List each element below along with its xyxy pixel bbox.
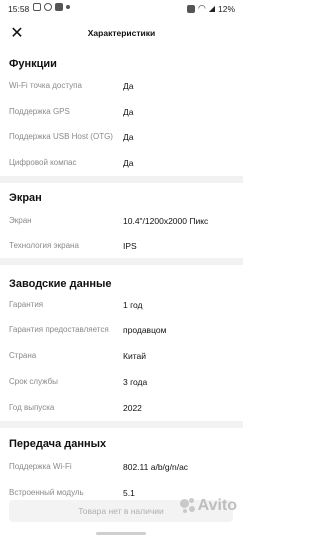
section-divider: [0, 176, 243, 183]
avito-watermark: Avito: [179, 497, 237, 515]
section-title-screen: Экран: [9, 192, 42, 204]
spec-value: IPS: [123, 241, 137, 251]
home-indicator[interactable]: [96, 532, 146, 535]
signal-icon: ◢: [208, 4, 215, 13]
spec-value: 5.1: [123, 488, 135, 498]
spec-value: продавцом: [123, 325, 167, 335]
wifi-icon: ◠: [197, 3, 206, 13]
spec-value: Да: [123, 132, 134, 142]
section-divider: [0, 421, 243, 428]
spec-label: Встроенный модуль: [9, 488, 84, 497]
status-right-icons: ◠ ◢ 12%: [186, 3, 235, 14]
app-icon: [55, 3, 63, 11]
dot-icon: [66, 5, 70, 9]
photo-icon: [186, 4, 195, 13]
spec-label: Wi-Fi точка доступа: [9, 81, 82, 90]
spec-value: 1 год: [123, 300, 143, 310]
spec-label: Гарантия: [9, 300, 44, 309]
spec-value: Да: [123, 107, 134, 117]
notification-icon: [44, 3, 52, 11]
spec-value: Китай: [123, 351, 146, 361]
spec-label: Срок службы: [9, 377, 58, 386]
section-title-data-transfer: Передача данных: [9, 438, 107, 450]
spec-label: Технология экрана: [9, 241, 79, 250]
spec-label: Поддержка USB Host (OTG): [9, 132, 113, 141]
avito-logo-icon: [179, 498, 196, 514]
section-title-functions: Функции: [9, 58, 57, 70]
battery-percent: 12%: [217, 3, 235, 14]
status-bar: 15:58 ◠ ◢ 12%: [0, 0, 243, 18]
spec-value: Да: [123, 158, 134, 168]
spec-value: 3 года: [123, 377, 148, 387]
spec-label: Цифровой компас: [9, 158, 77, 167]
spec-label: Гарантия предоставляется: [9, 325, 109, 334]
spec-label: Поддержка GPS: [9, 107, 70, 116]
page-title: Характеристики: [87, 28, 156, 38]
section-title-factory: Заводские данные: [9, 278, 112, 290]
app-header: ✕ Характеристики: [0, 20, 243, 48]
spec-label: Экран: [9, 216, 32, 225]
spec-value: Да: [123, 81, 134, 91]
spec-value: 10.4"/1200x2000 Пикс: [123, 216, 209, 226]
status-left-icons: [33, 3, 70, 11]
message-icon: [33, 3, 41, 11]
status-time: 15:58: [8, 4, 30, 14]
spec-value: 802.11 a/b/g/n/ac: [123, 462, 189, 472]
watermark-text: Avito: [197, 497, 237, 514]
spec-label: Год выпуска: [9, 403, 55, 412]
spec-label: Страна: [9, 351, 37, 360]
spec-label: Поддержка Wi-Fi: [9, 462, 72, 471]
section-divider: [0, 258, 243, 265]
spec-value: 2022: [123, 403, 142, 413]
